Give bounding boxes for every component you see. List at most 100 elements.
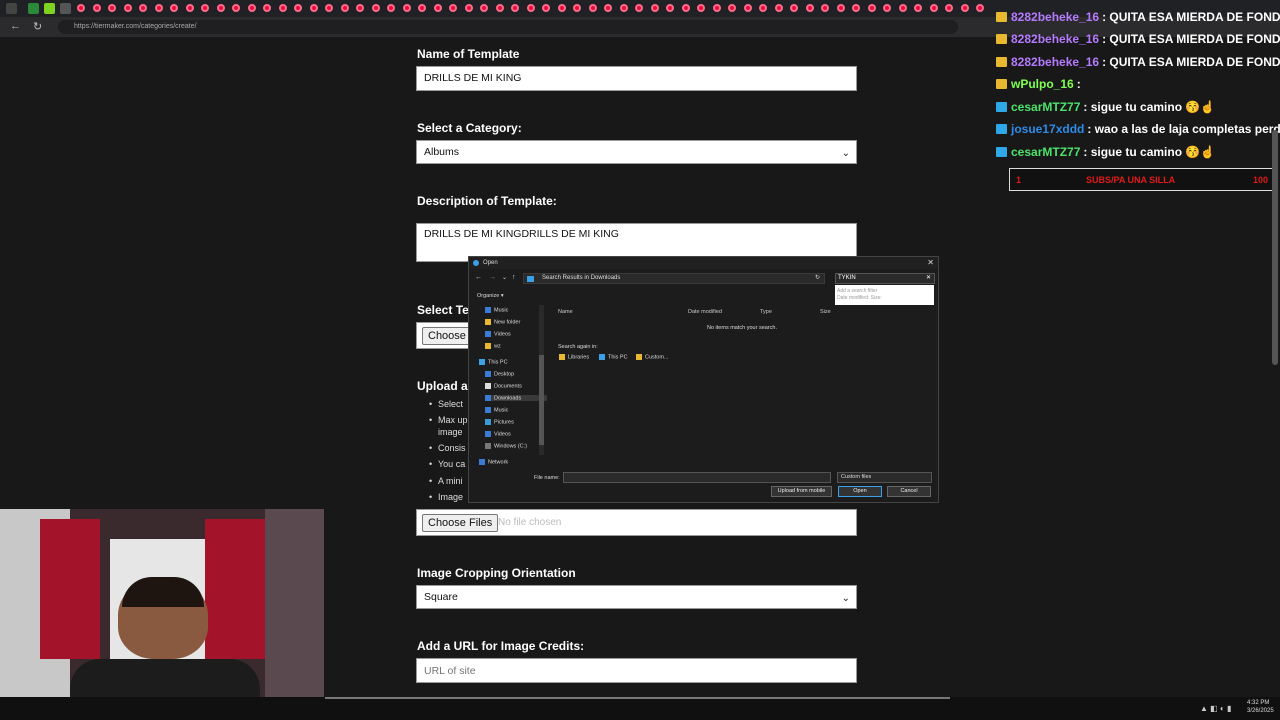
tab-favicon[interactable] — [418, 4, 426, 12]
tab-favicon[interactable] — [759, 4, 767, 12]
search-location-link[interactable]: Custom... — [636, 354, 669, 360]
tree-item[interactable]: Videos — [485, 431, 511, 437]
organize-button[interactable]: Organize ▾ — [477, 293, 504, 299]
tab-favicon[interactable] — [325, 4, 333, 12]
tab-favicon[interactable] — [77, 4, 85, 12]
tab-favicon[interactable] — [170, 4, 178, 12]
tab-favicon[interactable] — [123, 4, 132, 12]
tab-favicon[interactable] — [929, 4, 938, 12]
cropping-select[interactable]: Square — [416, 585, 857, 610]
tree-item[interactable]: New folder — [485, 319, 520, 325]
refresh-icon[interactable]: ↻ — [815, 274, 820, 283]
tree-item[interactable]: Pictures — [485, 419, 514, 425]
upload-from-mobile-button[interactable]: Upload from mobile — [771, 486, 832, 497]
tab-favicon[interactable] — [464, 4, 473, 12]
tab-favicon[interactable] — [28, 3, 39, 14]
tree-item[interactable]: Videos — [485, 331, 511, 337]
tree-item[interactable]: Documents — [485, 383, 522, 389]
search-suggestions[interactable]: Add a search filter Date modified: Size: — [835, 285, 934, 305]
tab-favicon[interactable] — [635, 4, 643, 12]
clock-date[interactable]: 3/26/2025 — [1247, 708, 1274, 714]
tree-item[interactable]: This PC — [479, 359, 508, 365]
tab-favicon[interactable] — [728, 4, 736, 12]
tab-favicon[interactable] — [557, 4, 566, 12]
tree-item[interactable]: Windows (C:) — [485, 443, 527, 449]
tab-favicon[interactable] — [898, 4, 907, 12]
tab-favicon[interactable] — [185, 4, 194, 12]
tab-favicon[interactable] — [526, 4, 535, 12]
tab-favicon[interactable] — [666, 4, 674, 12]
tab-favicon[interactable] — [356, 4, 364, 12]
filetype-select[interactable]: Custom files — [837, 472, 932, 483]
tab-favicon[interactable] — [433, 4, 442, 12]
tab-favicon[interactable] — [976, 4, 984, 12]
tab-favicon[interactable] — [495, 4, 504, 12]
column-header[interactable]: Date modified — [688, 309, 722, 315]
tab-favicon[interactable] — [852, 4, 860, 12]
tree-item[interactable]: Desktop — [485, 371, 514, 377]
tree-item[interactable]: Music — [485, 407, 508, 413]
tab-favicon[interactable] — [743, 4, 752, 12]
choose-files-button[interactable]: Choose Files — [422, 514, 499, 532]
tab-favicon[interactable] — [340, 4, 349, 12]
search-location-link[interactable]: Libraries — [559, 354, 589, 360]
tab-favicon[interactable] — [232, 4, 240, 12]
tab-favicon[interactable] — [44, 3, 55, 14]
tab-favicon[interactable] — [836, 4, 845, 12]
tab-favicon[interactable] — [60, 3, 71, 14]
cancel-button[interactable]: Cancel — [887, 486, 931, 497]
tab-favicon[interactable] — [960, 4, 969, 12]
tab-favicon[interactable] — [790, 4, 798, 12]
tab-favicon[interactable] — [108, 4, 116, 12]
tab-favicon[interactable] — [821, 4, 829, 12]
chevron-down-icon[interactable]: ⌄ — [502, 274, 507, 281]
tab-overview-icon[interactable] — [6, 3, 17, 14]
tab-favicon[interactable] — [139, 4, 147, 12]
up-icon[interactable]: ↑ — [512, 274, 516, 281]
path-box[interactable]: Search Results in Downloads ↻ — [523, 273, 825, 284]
back-icon[interactable]: ← — [475, 274, 482, 281]
tree-item[interactable]: wz — [485, 343, 501, 349]
column-header[interactable]: Type — [760, 309, 772, 315]
tab-favicon[interactable] — [604, 4, 612, 12]
tab-favicon[interactable] — [387, 4, 395, 12]
clear-icon[interactable]: ✕ — [926, 274, 931, 283]
tab-favicon[interactable] — [92, 4, 101, 12]
page-scrollbar-h[interactable] — [325, 697, 950, 699]
tab-favicon[interactable] — [216, 4, 225, 12]
reload-icon[interactable]: ↻ — [33, 20, 42, 33]
tab-favicon[interactable] — [573, 4, 581, 12]
choose-template-button[interactable]: Choose — [422, 327, 472, 345]
tab-favicon[interactable] — [154, 4, 163, 12]
tab-favicon[interactable] — [712, 4, 721, 12]
clock-time[interactable]: 4:32 PM — [1247, 700, 1269, 706]
tree-item[interactable]: Downloads — [485, 395, 547, 402]
category-select[interactable]: Albums — [416, 140, 857, 165]
filename-input[interactable] — [563, 472, 831, 483]
tree-item[interactable]: Network — [479, 459, 508, 465]
tab-favicon[interactable] — [294, 4, 302, 12]
tab-favicon[interactable] — [449, 4, 457, 12]
tab-favicon[interactable] — [247, 4, 256, 12]
open-button[interactable]: Open — [838, 486, 882, 497]
close-icon[interactable]: ✕ — [927, 257, 934, 269]
url-field[interactable]: https://tiermaker.com/categories/create/ — [58, 20, 958, 34]
tab-favicon[interactable] — [867, 4, 876, 12]
tab-favicon[interactable] — [681, 4, 690, 12]
tab-favicon[interactable] — [263, 4, 271, 12]
page-scrollbar[interactable] — [1272, 130, 1278, 365]
tab-favicon[interactable] — [774, 4, 783, 12]
search-location-link[interactable]: This PC — [599, 354, 628, 360]
tab-favicon[interactable] — [371, 4, 380, 12]
tab-favicon[interactable] — [511, 4, 519, 12]
search-input[interactable]: TYKIN ✕ — [835, 273, 935, 284]
tab-favicon[interactable] — [805, 4, 814, 12]
credits-url-input[interactable] — [416, 658, 857, 683]
tab-favicon[interactable] — [883, 4, 891, 12]
tray-icons[interactable]: ▲ ◧ ◐ ▮ — [1200, 704, 1231, 713]
tab-favicon[interactable] — [619, 4, 628, 12]
tab-favicon[interactable] — [201, 4, 209, 12]
tab-favicon[interactable] — [402, 4, 411, 12]
column-header[interactable]: Size — [820, 309, 831, 315]
tab-favicon[interactable] — [945, 4, 953, 12]
